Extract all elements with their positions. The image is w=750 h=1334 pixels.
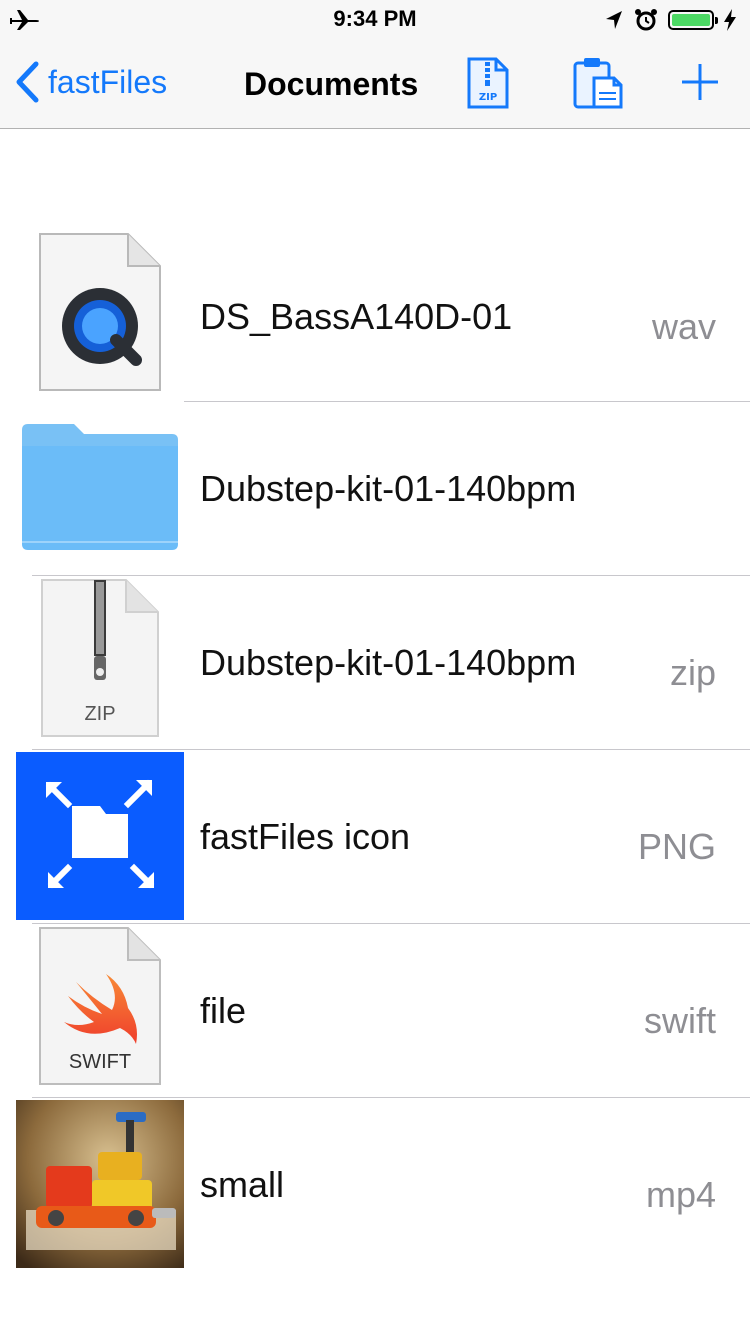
back-label: fastFiles <box>48 63 168 100</box>
file-name: small <box>200 1164 285 1205</box>
file-row[interactable]: DS_BassA140D-01 wav <box>0 230 750 404</box>
file-extension: zip <box>669 652 716 693</box>
quicktime-document-icon <box>39 233 161 391</box>
charging-bolt-icon <box>724 9 736 31</box>
back-button[interactable]: fastFiles <box>14 60 167 104</box>
file-extension: wav <box>651 306 716 347</box>
swift-badge: SWIFT <box>69 1051 131 1073</box>
plus-icon[interactable] <box>680 62 720 102</box>
location-arrow-icon <box>606 11 622 29</box>
zip-document-icon: ZIP <box>41 579 159 737</box>
file-name: DS_BassA140D-01 <box>200 296 513 337</box>
page-title: Documents <box>244 66 419 102</box>
navigation-bar: fastFiles Documents ZIP <box>0 40 750 129</box>
zip-badge: ZIP <box>84 703 115 725</box>
file-row[interactable]: small mp4 <box>0 1098 750 1272</box>
alarm-clock-icon <box>635 9 657 31</box>
file-name: file <box>200 990 247 1031</box>
file-name: fastFiles icon <box>200 816 411 857</box>
folder-icon <box>22 424 178 550</box>
file-extension: mp4 <box>645 1174 716 1215</box>
zip-archive-icon[interactable]: ZIP <box>466 56 510 110</box>
file-extension: swift <box>644 1000 716 1041</box>
battery-fill <box>672 14 710 26</box>
zip-button-label: ZIP <box>479 92 497 103</box>
file-row[interactable]: fastFiles icon PNG <box>0 750 750 924</box>
file-name: Dubstep-kit-01-140bpm <box>200 468 577 509</box>
file-name: Dubstep-kit-01-140bpm <box>200 642 577 683</box>
status-icons <box>604 8 736 32</box>
file-extension: PNG <box>637 826 716 867</box>
file-row[interactable]: ZIP Dubstep-kit-01-140bpm zip <box>0 576 750 750</box>
chevron-left-icon <box>16 61 39 103</box>
clipboard-paste-icon[interactable] <box>572 56 624 110</box>
fastfiles-app-icon <box>16 752 184 920</box>
battery-indicator <box>668 10 718 30</box>
swift-document-icon: SWIFT <box>39 927 161 1085</box>
video-thumbnail-lego-robot <box>16 1100 184 1268</box>
status-bar: 9:34 PM <box>0 0 750 40</box>
file-row[interactable]: Dubstep-kit-01-140bpm <box>0 402 750 576</box>
file-row[interactable]: SWIFT file swift <box>0 924 750 1098</box>
